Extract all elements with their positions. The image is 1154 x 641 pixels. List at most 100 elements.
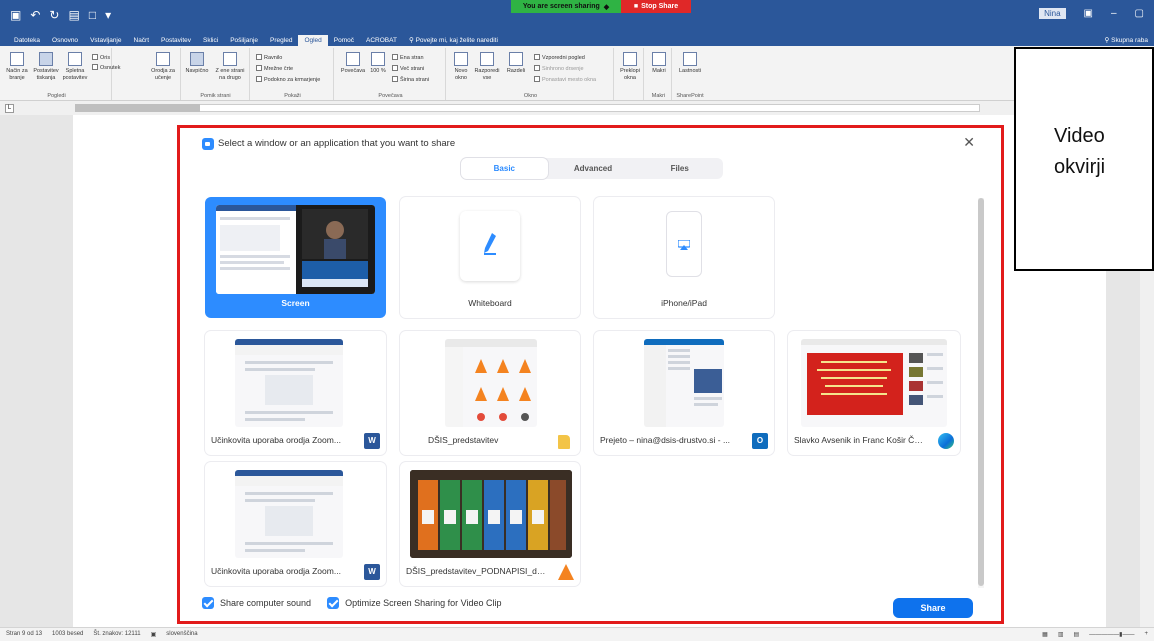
gridlines-option[interactable]: Mrežne črte — [256, 65, 293, 72]
sharing-status[interactable]: You are screen sharing ◆ — [511, 0, 621, 13]
split-button[interactable]: Razdeli — [503, 52, 529, 75]
group-label-makri: Makri — [651, 93, 666, 99]
one-page-button[interactable]: Ena stran — [392, 54, 424, 61]
ribbon-tab-pomoč[interactable]: Pomoč — [328, 35, 360, 46]
char-count[interactable]: Št. znakov: 12111 — [93, 631, 140, 638]
split-label: Razdeli — [506, 68, 526, 74]
ribbon-group-pokazi: Ravnilo Mrežne črte Podokno za krmarjenj… — [252, 48, 334, 100]
ribbon-tab-načrt[interactable]: Načrt — [128, 35, 156, 46]
reset-window-button[interactable]: Ponastavi mesto okna — [534, 76, 596, 83]
share-window-word-2[interactable]: Učinkovita uporaba orodja Zoom... W — [205, 462, 386, 586]
maximize-icon[interactable]: ▢ — [1135, 8, 1144, 19]
stop-share-button[interactable]: ■ Stop Share — [621, 0, 691, 13]
tab-advanced[interactable]: Advanced — [550, 158, 637, 179]
zoom-in-icon[interactable]: + — [1144, 631, 1148, 638]
reset-window-label: Ponastavi mesto okna — [542, 77, 597, 83]
tell-me-search[interactable]: ⚲ Povejte mi, kaj želite narediti — [403, 34, 504, 46]
user-account[interactable]: Nina — [1039, 8, 1066, 19]
optimize-video-checkbox[interactable]: Optimize Screen Sharing for Video Clip — [327, 597, 501, 609]
multiple-pages-button[interactable]: Več strani — [392, 65, 424, 72]
vertical-icon — [190, 52, 204, 66]
ruler-strip[interactable] — [75, 104, 980, 112]
ribbon-tab-pošiljanje[interactable]: Pošiljanje — [224, 35, 264, 46]
ribbon-tab-datoteka[interactable]: Datoteka — [8, 35, 46, 46]
page-width-label: Širina strani — [400, 77, 430, 83]
learning-tools-button[interactable]: Orodja za učenje — [149, 52, 177, 82]
share-window-word-1[interactable]: Učinkovita uporaba orodja Zoom... W — [205, 331, 386, 455]
ribbon-tab-ogled[interactable]: Ogled — [298, 35, 328, 46]
tab-files[interactable]: Files — [636, 158, 723, 179]
share-option-whiteboard[interactable]: Whiteboard — [400, 197, 580, 318]
ribbon-display-icon[interactable]: ▣ — [1084, 8, 1093, 19]
proofing-icon[interactable]: ▣ — [151, 631, 157, 638]
switch-windows-button[interactable]: Preklopi okna — [618, 52, 642, 82]
web-layout-button[interactable]: Spletna postavitev — [62, 52, 88, 82]
share-sound-checkbox[interactable]: Share computer sound — [202, 597, 311, 609]
macros-label: Makri — [652, 68, 666, 74]
share-option-screen[interactable]: Screen — [205, 197, 386, 318]
web-view-icon[interactable]: ▤ — [1074, 631, 1080, 638]
share-window-vlc[interactable]: DŠIS_predstavitev_PODNAPISI_da... — [400, 462, 580, 586]
zoom-button[interactable]: Povečava — [340, 52, 366, 75]
read-mode-label: Način za branje — [6, 68, 28, 81]
share-window-edge[interactable]: Slavko Avsenik in Franc Košir Če v... — [788, 331, 960, 455]
print-layout-button[interactable]: Postavitev tiskanja — [32, 52, 60, 82]
share-option-iphone[interactable]: iPhone/iPad — [594, 197, 774, 318]
page-width-icon — [392, 76, 398, 82]
zoom-100-label: 100 % — [370, 68, 386, 74]
read-view-icon[interactable]: ▥ — [1058, 631, 1064, 638]
zoom-100-icon — [371, 52, 385, 66]
new-document-icon[interactable]: □ — [89, 8, 96, 22]
side-by-side-button[interactable]: Vzporedni pogled — [534, 54, 585, 61]
vertical-button[interactable]: Navpično — [184, 52, 210, 75]
close-icon[interactable]: ✕ — [963, 134, 975, 151]
sync-scroll-button[interactable]: Sinhrono drsenje — [534, 65, 584, 72]
share-window-folder[interactable]: DŠIS_predstavitev — [400, 331, 580, 455]
side-to-side-label: Z ene strani na drugo — [215, 68, 245, 81]
redo-icon[interactable]: ↻ — [49, 8, 59, 22]
side-by-side-icon — [534, 54, 540, 60]
customize-qat-icon[interactable]: ▾ — [105, 8, 111, 22]
focus-icon[interactable]: ▦ — [1042, 631, 1048, 638]
page-count[interactable]: Stran 9 od 13 — [6, 631, 42, 638]
ribbon-tab-postavitev[interactable]: Postavitev — [155, 35, 197, 46]
new-window-button[interactable]: Novo okno — [450, 52, 472, 82]
share-ribbon-button[interactable]: ⚲ Skupna raba — [1105, 36, 1148, 44]
share-button[interactable]: Share — [893, 598, 973, 618]
navigation-pane-option[interactable]: Podokno za krmarjenje — [256, 76, 320, 83]
preview-icon[interactable]: ▤ — [68, 8, 79, 22]
language[interactable]: slovenščina — [166, 631, 197, 638]
word-doc-preview — [235, 470, 343, 552]
learning-tools-label: Orodja za učenje — [151, 68, 175, 81]
side-to-side-button[interactable]: Z ene strani na drugo — [214, 52, 246, 82]
properties-button[interactable]: Lastnosti — [676, 52, 704, 75]
ribbon-tab-sklici[interactable]: Sklici — [197, 35, 224, 46]
undo-icon[interactable]: ↶ — [30, 8, 40, 22]
ribbon-tab-osnovno[interactable]: Osnovno — [46, 35, 84, 46]
word-count[interactable]: 1003 besed — [52, 631, 83, 638]
ribbon-tab-vstavljanje[interactable]: Vstavljanje — [84, 35, 127, 46]
macros-button[interactable]: Makri — [648, 52, 670, 75]
sharing-status-text: You are screen sharing — [522, 3, 600, 10]
tiles-scrollbar[interactable] — [978, 198, 984, 588]
ribbon-tab-pregled[interactable]: Pregled — [264, 35, 298, 46]
minimize-icon[interactable]: – — [1111, 8, 1117, 19]
ribbon-group-orodja: Orodja za učenje — [145, 48, 181, 100]
page-width-button[interactable]: Širina strani — [392, 76, 429, 83]
tab-selector-icon[interactable]: L — [5, 104, 14, 113]
quick-access-toolbar: ▣ ↶ ↻ ▤ □ ▾ — [10, 8, 111, 22]
ribbon-tab-acrobat[interactable]: ACROBAT — [360, 35, 403, 46]
zoom-100-button[interactable]: 100 % — [368, 52, 388, 75]
tab-basic[interactable]: Basic — [461, 158, 548, 179]
outline-option[interactable]: Oris — [92, 54, 110, 61]
ruler-option[interactable]: Ravnilo — [256, 54, 282, 61]
arrange-all-button[interactable]: Razporedi vse — [473, 52, 501, 82]
read-mode-button[interactable]: Način za branje — [4, 52, 30, 82]
draft-option[interactable]: Osnutek — [92, 64, 120, 71]
zoom-slider[interactable]: —————▮—— — [1089, 631, 1134, 638]
ribbon-group-pogledi: Način za branje Postavitev tiskanja Sple… — [2, 48, 120, 100]
tiles-scrollbar-thumb[interactable] — [978, 198, 984, 586]
share-person-icon: ⚲ — [1104, 37, 1110, 44]
share-window-outlook[interactable]: Prejeto – nina@dsis-drustvo.si - ... O — [594, 331, 774, 455]
save-icon[interactable]: ▣ — [10, 8, 21, 22]
